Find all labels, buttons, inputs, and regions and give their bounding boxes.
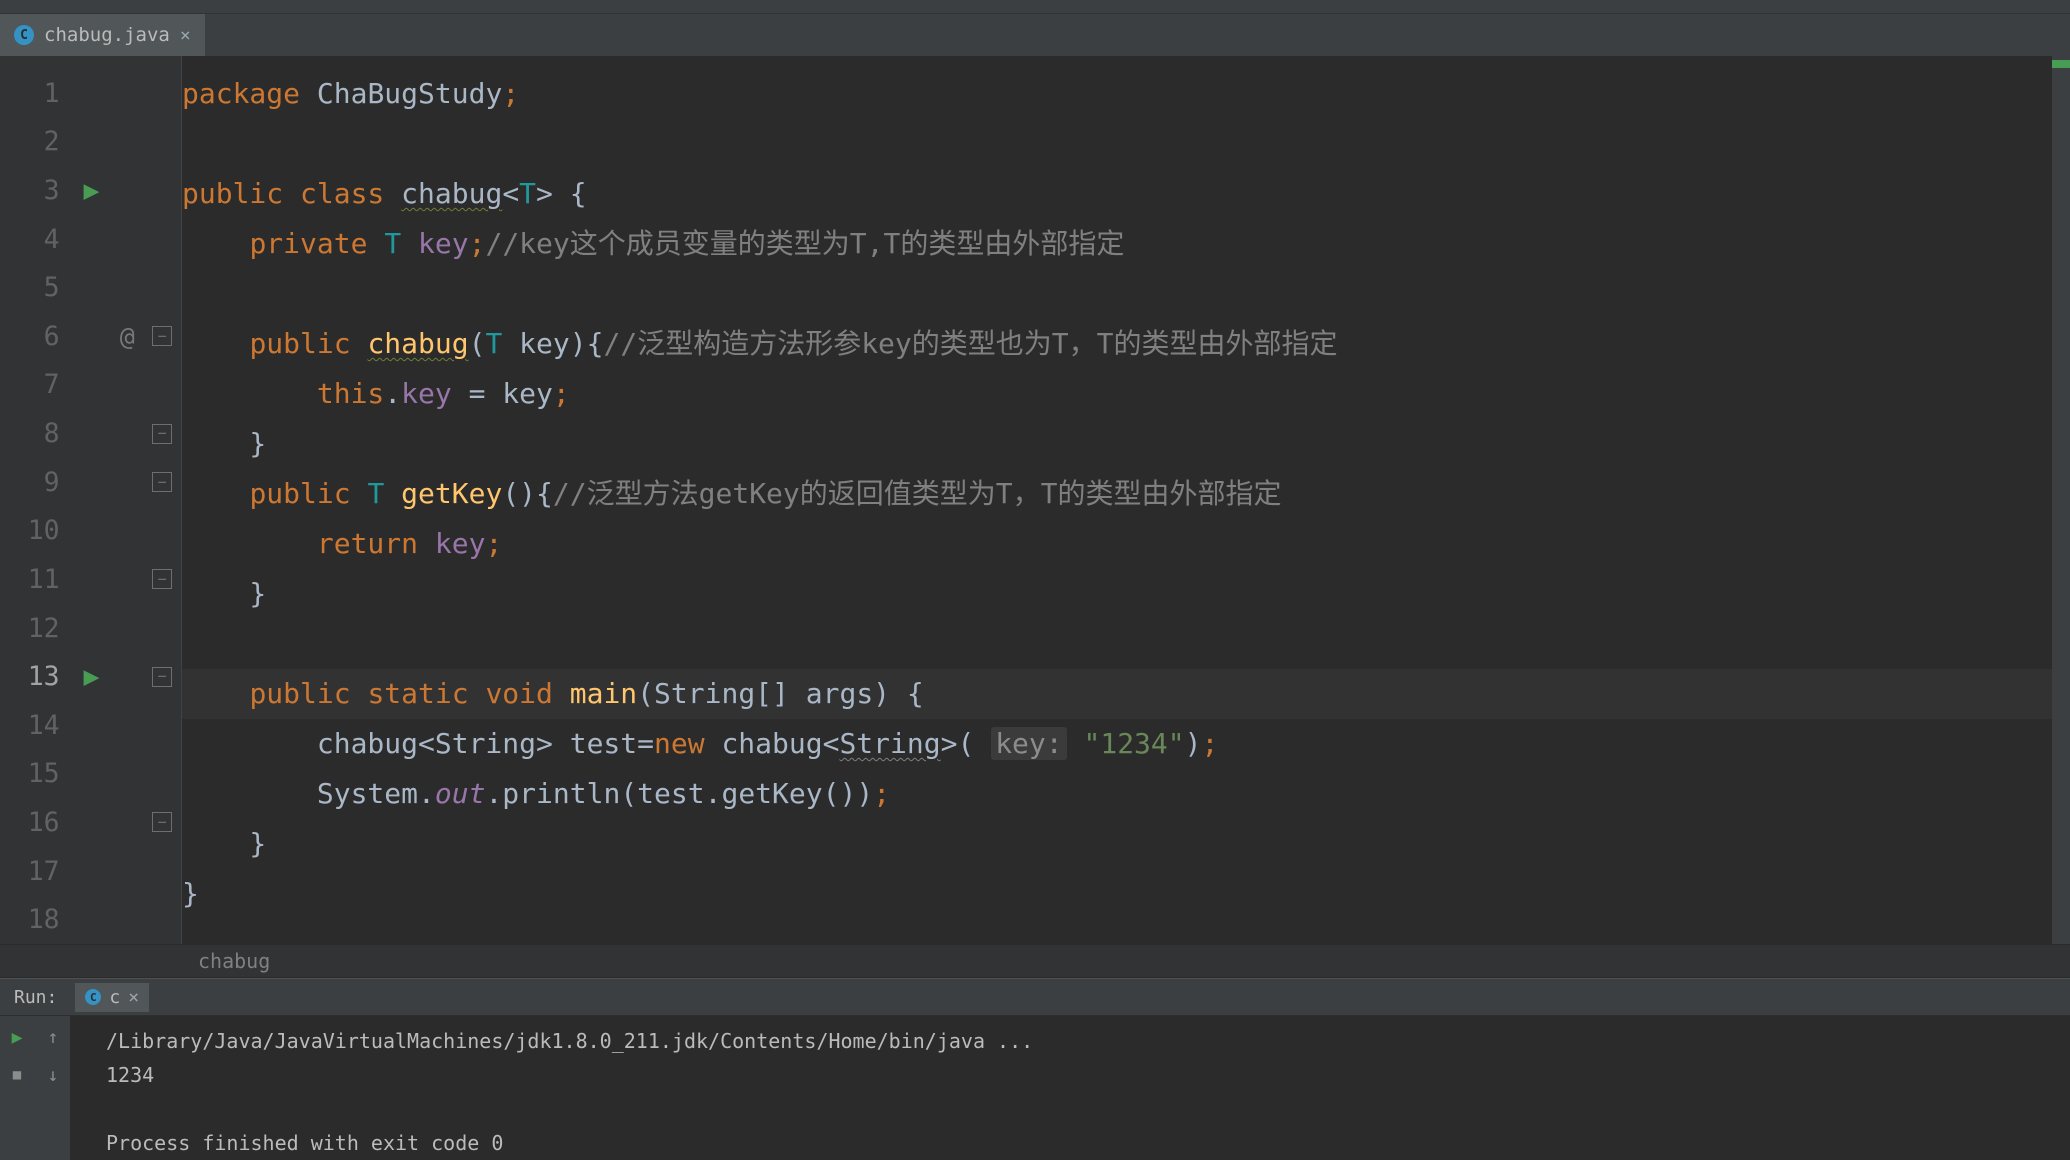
line-number: 8 xyxy=(0,418,72,449)
code-content[interactable]: package ChaBugStudy; public class chabug<… xyxy=(182,56,2052,944)
fold-gutter[interactable]: − xyxy=(143,326,181,346)
code-line[interactable]: } xyxy=(182,569,2052,619)
line-number: 7 xyxy=(0,369,72,400)
gutter-row: 1 xyxy=(0,69,181,118)
scroll-down-button[interactable]: ↓ xyxy=(42,1064,64,1086)
fold-gutter[interactable]: − xyxy=(143,569,181,589)
gutter-row: 2 xyxy=(0,118,181,167)
override-gutter-icon[interactable]: @ xyxy=(111,322,143,351)
code-line[interactable]: } xyxy=(182,819,2052,869)
right-error-stripe xyxy=(2052,56,2070,944)
gutter-row: 14 xyxy=(0,701,181,750)
code-line[interactable]: chabug<String> test=new chabug<String>( … xyxy=(182,719,2052,769)
run-config-icon: C xyxy=(85,989,101,1005)
line-number: 3 xyxy=(0,175,72,206)
line-number: 15 xyxy=(0,758,72,789)
stop-button[interactable]: ■ xyxy=(6,1064,28,1086)
file-tab-chabug[interactable]: C chabug.java × xyxy=(0,14,205,56)
gutter-row: 13▶ − xyxy=(0,652,181,701)
breadcrumb-item[interactable]: chabug xyxy=(198,949,270,973)
line-number: 2 xyxy=(0,126,72,157)
gutter-row: 9− xyxy=(0,458,181,507)
code-line[interactable]: } xyxy=(182,419,2052,469)
gutter-row: 18 xyxy=(0,895,181,944)
line-number: 13 xyxy=(0,661,72,692)
fold-gutter[interactable]: − xyxy=(143,424,181,444)
gutter-row: 8− xyxy=(0,409,181,458)
code-line[interactable] xyxy=(182,919,2052,944)
line-number: 4 xyxy=(0,224,72,255)
inspection-ok-mark xyxy=(2052,60,2070,68)
code-line[interactable]: public static void main(String[] args) { xyxy=(182,669,2052,719)
line-number: 17 xyxy=(0,856,72,887)
code-line[interactable] xyxy=(182,119,2052,169)
close-icon[interactable]: × xyxy=(180,25,191,46)
run-gutter-icon[interactable]: ▶ xyxy=(72,661,112,692)
editor-tab-bar: C chabug.java × xyxy=(0,14,2070,56)
rerun-button[interactable]: ▶ xyxy=(6,1026,28,1048)
line-number: 6 xyxy=(0,321,72,352)
console-output[interactable]: /Library/Java/JavaVirtualMachines/jdk1.8… xyxy=(70,1016,2070,1160)
code-line[interactable]: return key; xyxy=(182,519,2052,569)
gutter-row: 12 xyxy=(0,604,181,653)
console-area: ▶ ↑ ■ ↓ /Library/Java/JavaVirtualMachine… xyxy=(0,1016,2070,1160)
fold-gutter[interactable]: − xyxy=(143,472,181,492)
gutter-row: 16 − xyxy=(0,798,181,847)
breadcrumb-bar[interactable]: chabug xyxy=(0,944,2070,978)
gutter-row: 6 @− xyxy=(0,312,181,361)
console-toolbar: ▶ ↑ ■ ↓ xyxy=(0,1016,70,1160)
gutter-row: 11 − xyxy=(0,555,181,604)
line-number: 14 xyxy=(0,710,72,741)
run-tool-header: Run: C c × xyxy=(0,978,2070,1016)
code-line[interactable]: public class chabug<T> { xyxy=(182,169,2052,219)
fold-gutter[interactable]: − xyxy=(143,667,181,687)
file-tab-label: chabug.java xyxy=(44,24,170,46)
code-line[interactable]: public T getKey(){//泛型方法getKey的返回值类型为T，T… xyxy=(182,469,2052,519)
editor-gutter: 123▶456@−78−9−1011−1213▶−141516−1718 xyxy=(0,56,182,944)
gutter-row: 4 xyxy=(0,215,181,264)
run-gutter-icon[interactable]: ▶ xyxy=(72,175,112,206)
gutter-row: 7 xyxy=(0,361,181,410)
code-line[interactable]: public chabug(T key){//泛型构造方法形参key的类型也为T… xyxy=(182,319,2052,369)
line-number: 16 xyxy=(0,807,72,838)
gutter-row: 15 xyxy=(0,750,181,799)
close-icon[interactable]: × xyxy=(128,987,139,1008)
line-number: 18 xyxy=(0,904,72,935)
line-number: 5 xyxy=(0,272,72,303)
code-line[interactable] xyxy=(182,619,2052,669)
run-panel-label: Run: xyxy=(14,987,57,1008)
code-line[interactable]: private T key;//key这个成员变量的类型为T,T的类型由外部指定 xyxy=(182,219,2052,269)
gutter-row: 3▶ xyxy=(0,166,181,215)
code-line[interactable]: this.key = key; xyxy=(182,369,2052,419)
gutter-row: 17 xyxy=(0,847,181,896)
line-number: 11 xyxy=(0,564,72,595)
gutter-row: 10 xyxy=(0,506,181,555)
gutter-row: 5 xyxy=(0,263,181,312)
code-line[interactable] xyxy=(182,269,2052,319)
line-number: 1 xyxy=(0,78,72,109)
fold-gutter[interactable]: − xyxy=(143,812,181,832)
code-line[interactable]: } xyxy=(182,869,2052,919)
run-config-name: c xyxy=(109,987,120,1008)
line-number: 10 xyxy=(0,515,72,546)
line-number: 12 xyxy=(0,613,72,644)
code-line[interactable]: System.out.println(test.getKey()); xyxy=(182,769,2052,819)
run-config-tab[interactable]: C c × xyxy=(75,983,149,1012)
top-strip xyxy=(0,0,2070,14)
editor-area: 123▶456@−78−9−1011−1213▶−141516−1718 pac… xyxy=(0,56,2070,944)
java-class-icon: C xyxy=(14,25,34,45)
scroll-up-button[interactable]: ↑ xyxy=(42,1026,64,1048)
line-number: 9 xyxy=(0,467,72,498)
code-line[interactable]: package ChaBugStudy; xyxy=(182,69,2052,119)
